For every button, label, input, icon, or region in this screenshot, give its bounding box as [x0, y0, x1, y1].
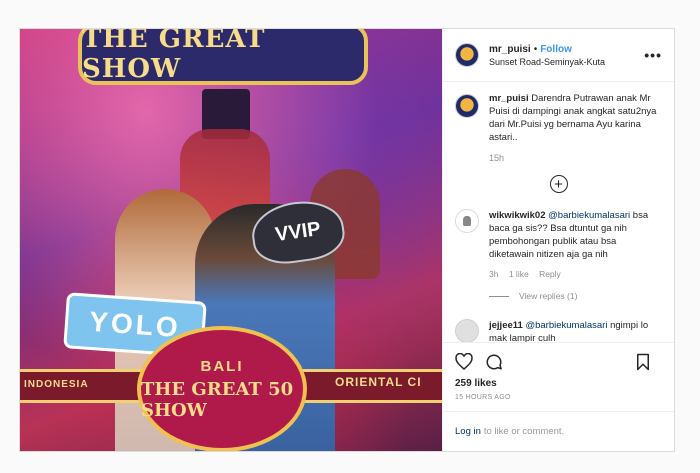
vvip-text: VVIP [273, 217, 323, 246]
post-card: THE GREAT SHOW VVIP INDONESIA ORIENTAL C… [19, 28, 675, 452]
more-options-icon[interactable]: ••• [644, 47, 662, 63]
photo-strip-right: ORIENTAL CI [335, 375, 422, 389]
caption-username[interactable]: mr_puisi [489, 93, 529, 104]
photo-banner-top: THE GREAT SHOW [78, 29, 368, 85]
photo-strip-left: INDONESIA [24, 379, 89, 390]
load-more-comments-icon[interactable]: + [549, 175, 568, 193]
comment-avatar[interactable] [455, 319, 479, 342]
comment-likes[interactable]: 1 like [509, 269, 529, 279]
post-header: mr_puisi • Follow Sunset Road-Seminyak-Kut… [443, 29, 674, 82]
bookmark-icon[interactable] [636, 353, 650, 371]
photo-badge: BALI THE GREAT 50 SHOW [137, 326, 307, 451]
follow-button[interactable]: Follow [540, 44, 572, 55]
comment-item: wikwikwik02 @barbiekumalasari bsa baca g… [455, 209, 662, 303]
comment-username[interactable]: wikwikwik02 [489, 210, 546, 221]
comments-list[interactable]: mr_puisi Darendra Putrawan anak Mr Puisi… [443, 82, 674, 342]
comment-meta: 3h 1 like Reply [489, 268, 659, 281]
comment-icon[interactable] [485, 353, 503, 371]
post-time: 15 HOURS AGO [455, 394, 511, 401]
header-username[interactable]: mr_puisi [489, 44, 531, 55]
view-replies-label[interactable]: View replies (1) [519, 290, 577, 303]
caption: mr_puisi Darendra Putrawan anak Mr Puisi… [455, 92, 662, 165]
caption-time: 15h [489, 153, 505, 163]
login-link[interactable]: Log in [455, 426, 481, 437]
badge-line1: BALI [200, 357, 244, 375]
banner-text: THE GREAT SHOW [82, 29, 266, 84]
comment-time: 3h [489, 269, 499, 279]
login-prompt: Log in to like or comment. [443, 411, 674, 451]
badge-line2: THE GREAT 50 SHOW [141, 378, 294, 421]
post-side-panel: mr_puisi • Follow Sunset Road-Seminyak-Kut… [442, 29, 674, 451]
comment-item: jejjee11 @barbiekumalasari ngimpi lo mak… [455, 319, 662, 342]
caption-avatar[interactable] [455, 94, 479, 118]
reply-button[interactable]: Reply [539, 269, 561, 279]
avatar[interactable] [455, 43, 479, 67]
location-link[interactable]: Sunset Road-Seminyak-Kuta [489, 57, 605, 67]
yolo-text: YOLO [88, 305, 182, 344]
action-bar [443, 342, 674, 380]
post-photo[interactable]: THE GREAT SHOW VVIP INDONESIA ORIENTAL C… [20, 29, 442, 451]
comment-avatar[interactable] [455, 209, 479, 233]
login-text: to like or comment. [483, 426, 565, 437]
comment-username[interactable]: jejjee11 [489, 320, 523, 331]
view-replies[interactable]: View replies (1) [489, 290, 659, 303]
heart-icon[interactable] [455, 353, 473, 370]
comment-mention[interactable]: @barbiekumalasari [525, 320, 607, 331]
separator-dot: • [533, 43, 538, 55]
comment-mention[interactable]: @barbiekumalasari [548, 210, 630, 221]
